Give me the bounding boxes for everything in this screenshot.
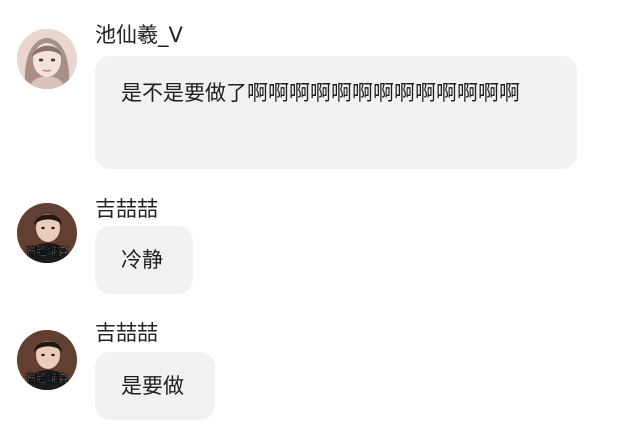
message-text: 是要做 — [121, 374, 184, 398]
sender-name: 吉喆喆 — [95, 197, 158, 221]
user-avatar-boy-icon: 满脸嫌弃 — [17, 203, 77, 263]
user-avatar[interactable] — [17, 29, 77, 89]
avatar-caption: 满脸嫌弃 — [25, 371, 69, 385]
user-avatar-boy-icon: 满脸嫌弃 — [17, 330, 77, 390]
message-bubble[interactable]: 是不是要做了啊啊啊啊啊啊啊啊啊啊啊啊啊 — [95, 56, 577, 169]
user-avatar-girl-icon — [17, 29, 77, 89]
sender-name: 吉喆喆 — [95, 321, 158, 345]
user-avatar[interactable]: 满脸嫌弃 — [17, 203, 77, 263]
sender-name: 池仙羲_V — [95, 23, 183, 47]
message-bubble[interactable]: 是要做 — [95, 352, 215, 420]
message-text: 冷静 — [121, 248, 163, 272]
avatar-caption: 满脸嫌弃 — [25, 244, 69, 258]
user-avatar[interactable]: 满脸嫌弃 — [17, 330, 77, 390]
message-bubble[interactable]: 冷静 — [95, 226, 193, 294]
message-text: 是不是要做了啊啊啊啊啊啊啊啊啊啊啊啊啊 — [121, 81, 520, 105]
